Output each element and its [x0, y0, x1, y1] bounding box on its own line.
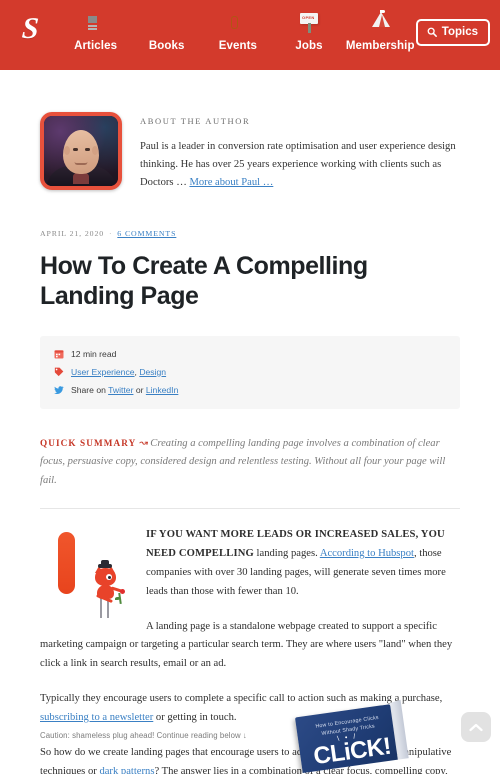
tag-link-design[interactable]: Design	[139, 367, 166, 377]
hubspot-link[interactable]: According to Hubspot	[320, 548, 414, 559]
newspaper-icon	[85, 12, 107, 36]
calendar-icon	[54, 349, 64, 359]
share-join: or	[133, 384, 146, 395]
paragraph-1-a: landing pages.	[253, 548, 320, 560]
quick-summary-label: QUICK SUMMARY	[40, 437, 137, 448]
book-icon	[156, 12, 178, 36]
share-linkedin-link[interactable]: LinkedIn	[146, 385, 179, 395]
author-kicker: ABOUT THE AUTHOR	[140, 116, 251, 126]
nav-label-membership: Membership	[345, 40, 415, 52]
more-about-author-link[interactable]: More about Paul …	[189, 177, 273, 188]
paragraph-2: A landing page is a standalone webpage c…	[40, 620, 453, 670]
tags-row: User Experience, Design	[54, 367, 446, 377]
page-title: How To Create A Compelling Landing Page	[40, 251, 368, 311]
promo-caution-text: Caution: shameless plug ahead! Continue …	[40, 731, 248, 740]
dark-patterns-link[interactable]: dark patterns	[99, 766, 154, 774]
site-header: S Articles Books Events Jobs	[0, 0, 500, 70]
search-icon	[427, 27, 437, 37]
nav-item-books[interactable]: Books	[131, 12, 202, 52]
smashing-cat-mascot-icon	[86, 560, 130, 622]
topics-button[interactable]: Topics	[415, 19, 490, 46]
author-bio: Paul is a leader in conversion rate opti…	[140, 138, 460, 193]
nav-item-events[interactable]: Events	[202, 12, 273, 52]
share-prefix: Share on	[71, 384, 109, 395]
tent-icon	[369, 10, 391, 36]
publish-date: APRIL 21, 2020	[40, 228, 105, 238]
nav-label-jobs: Jobs	[295, 40, 323, 52]
author-avatar	[40, 112, 122, 190]
quick-summary-arrow: ↝	[138, 437, 148, 449]
nav-label-books: Books	[148, 40, 185, 52]
tag-link-user-experience[interactable]: User Experience	[71, 367, 135, 377]
article-page: ABOUT THE AUTHOR Paul is a leader in con…	[0, 70, 500, 774]
nav-label-articles: Articles	[74, 40, 118, 52]
article-date-row: APRIL 21, 2020 · 6 comments	[40, 229, 460, 238]
nav-label-events: Events	[218, 40, 258, 52]
scroll-to-top-button[interactable]	[461, 712, 491, 742]
nav-item-jobs[interactable]: Jobs	[273, 12, 344, 52]
topics-button-label: Topics	[441, 26, 478, 38]
read-time-row: 12 min read	[54, 349, 446, 359]
share-twitter-link[interactable]: Twitter	[108, 385, 133, 395]
nav-item-membership[interactable]: Membership	[345, 10, 416, 52]
about-the-author: ABOUT THE AUTHOR Paul is a leader in con…	[40, 70, 460, 193]
newsletter-link[interactable]: subscribing to a newsletter	[40, 712, 153, 723]
twitter-icon	[54, 385, 64, 394]
quick-summary: QUICK SUMMARY ↝ Creating a compelling land…	[40, 435, 460, 491]
tag-icon	[54, 367, 64, 376]
author-bio-ellipsis: …	[176, 177, 190, 189]
share-row: Share on Twitter or LinkedIn	[54, 385, 446, 395]
smashing-magazine-logo: S	[20, 12, 40, 45]
article-meta-box: 12 min read User Experience, Design Shar…	[40, 335, 460, 409]
comments-link[interactable]: 6 comments	[117, 229, 176, 238]
paragraph-3-b: or getting in touch.	[153, 712, 237, 723]
nav-item-articles[interactable]: Articles	[60, 12, 131, 52]
dropcap-letter-i	[58, 532, 75, 595]
signboard-icon	[298, 12, 320, 36]
content-divider	[40, 508, 460, 510]
read-time-label: 12 min read	[71, 348, 117, 359]
date-separator: ·	[108, 228, 113, 238]
logo-link[interactable]: S	[0, 0, 60, 45]
main-navigation: Articles Books Events Jobs	[60, 0, 416, 52]
dropcap-illustration	[46, 528, 138, 623]
chevron-up-icon	[469, 723, 483, 731]
ticket-icon	[227, 12, 249, 36]
